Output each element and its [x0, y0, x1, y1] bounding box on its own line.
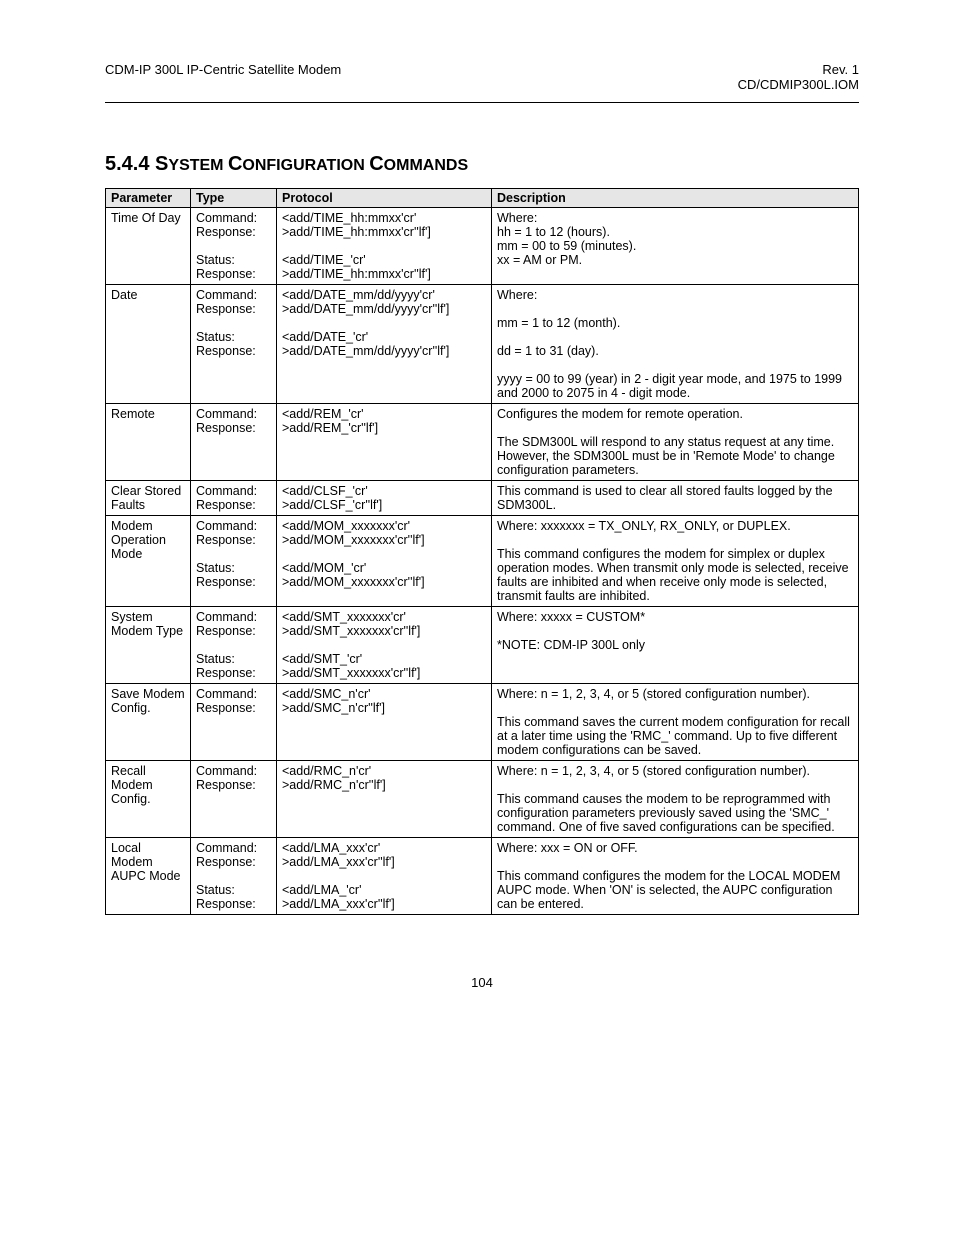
header-rev: Rev. 1: [738, 62, 859, 77]
cell-type: Command: Response: Status: Response:: [191, 838, 277, 915]
cell-description: Configures the modem for remote operatio…: [492, 404, 859, 481]
cell-parameter: Recall Modem Config.: [106, 761, 191, 838]
cell-type: Command: Response: Status: Response:: [191, 285, 277, 404]
header-left: CDM-IP 300L IP-Centric Satellite Modem: [105, 62, 341, 92]
cell-protocol: <add/REM_'cr' >add/REM_'cr''lf']: [277, 404, 492, 481]
cell-parameter: Local Modem AUPC Mode: [106, 838, 191, 915]
cell-type: Command: Response: Status: Response:: [191, 607, 277, 684]
page: CDM-IP 300L IP-Centric Satellite Modem R…: [0, 0, 954, 1235]
th-protocol: Protocol: [277, 189, 492, 208]
cell-parameter: Time Of Day: [106, 208, 191, 285]
cell-description: Where: xxxxxxx = TX_ONLY, RX_ONLY, or DU…: [492, 516, 859, 607]
cell-type: Command: Response:: [191, 684, 277, 761]
table-row: Remote Command: Response: <add/REM_'cr' …: [106, 404, 859, 481]
cell-type: Command: Response:: [191, 761, 277, 838]
th-description: Description: [492, 189, 859, 208]
cell-protocol: <add/LMA_xxx'cr' >add/LMA_xxx'cr''lf'] <…: [277, 838, 492, 915]
cell-type: Command: Response:: [191, 404, 277, 481]
cell-protocol: <add/MOM_xxxxxxx'cr' >add/MOM_xxxxxxx'cr…: [277, 516, 492, 607]
table-header-row: Parameter Type Protocol Description: [106, 189, 859, 208]
header-doc: CD/CDMIP300L.IOM: [738, 77, 859, 92]
page-header: CDM-IP 300L IP-Centric Satellite Modem R…: [105, 62, 859, 92]
cell-parameter: Clear Stored Faults: [106, 481, 191, 516]
cell-protocol: <add/SMT_xxxxxxx'cr' >add/SMT_xxxxxxx'cr…: [277, 607, 492, 684]
cell-description: Where: mm = 1 to 12 (month). dd = 1 to 3…: [492, 285, 859, 404]
cell-parameter: Save Modem Config.: [106, 684, 191, 761]
cell-type: Command: Response: Status: Response:: [191, 516, 277, 607]
table-row: Date Command: Response: Status: Response…: [106, 285, 859, 404]
th-type: Type: [191, 189, 277, 208]
cell-parameter: Date: [106, 285, 191, 404]
cell-protocol: <add/DATE_mm/dd/yyyy'cr' >add/DATE_mm/dd…: [277, 285, 492, 404]
table-row: Modem Operation Mode Command: Response: …: [106, 516, 859, 607]
th-parameter: Parameter: [106, 189, 191, 208]
cell-description: Where: n = 1, 2, 3, 4, or 5 (stored conf…: [492, 761, 859, 838]
cell-parameter: Remote: [106, 404, 191, 481]
cell-description: Where: xxx = ON or OFF. This command con…: [492, 838, 859, 915]
cell-protocol: <add/TIME_hh:mmxx'cr' >add/TIME_hh:mmxx'…: [277, 208, 492, 285]
cell-type: Command: Response: Status: Response:: [191, 208, 277, 285]
header-right: Rev. 1 CD/CDMIP300L.IOM: [738, 62, 859, 92]
cell-protocol: <add/SMC_n'cr' >add/SMC_n'cr''lf']: [277, 684, 492, 761]
cell-parameter: System Modem Type: [106, 607, 191, 684]
cell-description: Where: hh = 1 to 12 (hours). mm = 00 to …: [492, 208, 859, 285]
table-row: Time Of Day Command: Response: Status: R…: [106, 208, 859, 285]
cell-type: Command: Response:: [191, 481, 277, 516]
cell-protocol: <add/RMC_n'cr' >add/RMC_n'cr''lf']: [277, 761, 492, 838]
table-row: System Modem Type Command: Response: Sta…: [106, 607, 859, 684]
cell-description: Where: n = 1, 2, 3, 4, or 5 (stored conf…: [492, 684, 859, 761]
cell-protocol: <add/CLSF_'cr' >add/CLSF_'cr''lf']: [277, 481, 492, 516]
table-row: Local Modem AUPC Mode Command: Response:…: [106, 838, 859, 915]
page-number: 104: [105, 975, 859, 990]
table-row: Recall Modem Config. Command: Response: …: [106, 761, 859, 838]
cell-description: This command is used to clear all stored…: [492, 481, 859, 516]
table-row: Save Modem Config. Command: Response: <a…: [106, 684, 859, 761]
table-row: Clear Stored Faults Command: Response: <…: [106, 481, 859, 516]
cell-description: Where: xxxxx = CUSTOM* *NOTE: CDM-IP 300…: [492, 607, 859, 684]
section-heading: 5.4.4 SYSTEM CONFIGURATION COMMANDS: [105, 153, 859, 176]
cell-parameter: Modem Operation Mode: [106, 516, 191, 607]
commands-table: Parameter Type Protocol Description Time…: [105, 188, 859, 915]
header-rule: [105, 102, 859, 103]
